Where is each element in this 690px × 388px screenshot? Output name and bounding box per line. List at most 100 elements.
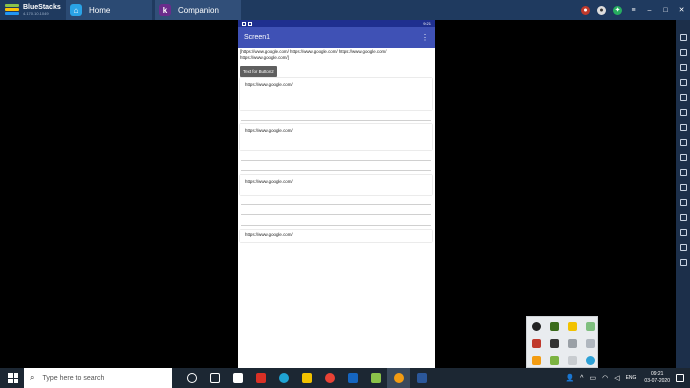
screen: BlueStacks 4.170.10.1049 ⌂ Home k Compan…: [0, 0, 690, 388]
word-icon[interactable]: [410, 368, 433, 388]
home-app-icon: ⌂: [70, 4, 82, 16]
list-card[interactable]: https://www.google.com/: [240, 230, 432, 242]
taskbar-clock[interactable]: 09:21 03-07-2020: [644, 371, 670, 385]
divider: [241, 160, 431, 161]
screenshot-icon[interactable]: [680, 79, 687, 86]
battery-icon[interactable]: ▭: [589, 374, 596, 382]
bluestacks-taskbar-icon[interactable]: [364, 368, 387, 388]
notification-bell-icon[interactable]: ●: [581, 5, 590, 15]
record-icon[interactable]: [680, 109, 687, 116]
clock-date: 03-07-2020: [644, 378, 670, 384]
taskbar-apps: [180, 368, 433, 388]
avast-icon[interactable]: [532, 356, 541, 365]
display-icon[interactable]: [568, 356, 577, 365]
shake-icon[interactable]: [680, 139, 687, 146]
volume-tray-icon[interactable]: ◁: [614, 374, 619, 382]
urls-label: [https://www.google.com/ https://www.goo…: [240, 49, 387, 60]
bluetooth-icon[interactable]: [586, 356, 595, 365]
clock-time: 09:21: [650, 371, 664, 377]
search-icon: ⌕: [30, 373, 35, 382]
divider: [241, 214, 431, 215]
search-placeholder: Type here to search: [42, 374, 105, 382]
list-card[interactable]: https://www.google.com/: [240, 78, 432, 110]
bluestacks-version: 4.170.10.1049: [23, 11, 49, 16]
card-url: https://www.google.com/: [245, 179, 293, 184]
maximize-icon[interactable]: □: [661, 6, 670, 15]
divider: [241, 225, 431, 226]
onedrive-icon[interactable]: [586, 339, 595, 348]
media-folder-icon[interactable]: [680, 154, 687, 161]
button2[interactable]: Text for Button2: [240, 66, 277, 78]
rotate-icon[interactable]: [680, 124, 687, 131]
bluestacks-name: BlueStacks: [23, 4, 61, 11]
overflow-menu-icon[interactable]: ⋮: [421, 33, 429, 42]
install-apk-icon[interactable]: [680, 169, 687, 176]
speaker-icon[interactable]: [568, 339, 577, 348]
status-time: 9:21: [423, 21, 431, 26]
nvidia-icon[interactable]: [550, 322, 559, 331]
companion-app-icon: k: [159, 4, 171, 16]
bluestacks-sidebar: [676, 20, 690, 368]
android-screen: 9:21 Screen1 ⋮ [https://www.google.com/ …: [238, 20, 435, 368]
chrome-icon[interactable]: [318, 368, 341, 388]
windows-start-icon[interactable]: [8, 373, 18, 383]
fullscreen-icon[interactable]: [680, 34, 687, 41]
action-center-icon[interactable]: [676, 374, 684, 382]
tab-companion[interactable]: k Companion: [155, 0, 241, 20]
game-center-icon[interactable]: ✦: [613, 5, 622, 15]
close-icon[interactable]: ✕: [677, 6, 686, 15]
minimize-icon[interactable]: –: [645, 6, 654, 15]
macro-icon[interactable]: [680, 214, 687, 221]
app-bar: Screen1 ⋮: [238, 27, 435, 48]
card-url: https://www.google.com/: [245, 82, 293, 87]
status-app-icon: [242, 21, 246, 26]
cortana-icon[interactable]: [180, 368, 203, 388]
volume-icon[interactable]: [680, 94, 687, 101]
menu-icon[interactable]: ≡: [629, 6, 638, 15]
account-icon[interactable]: ●: [597, 5, 606, 15]
list-card[interactable]: https://www.google.com/: [240, 175, 432, 195]
taskbar-search-box[interactable]: ⌕ Type here to search: [24, 368, 172, 388]
screen-title: Screen1: [244, 34, 271, 41]
location-icon[interactable]: [680, 199, 687, 206]
tab-home[interactable]: ⌂ Home: [66, 0, 152, 20]
tab-home-label: Home: [89, 5, 111, 15]
card-url: https://www.google.com/: [245, 232, 293, 237]
list-card[interactable]: https://www.google.com/: [240, 124, 432, 150]
status-sim-icon: [248, 21, 252, 26]
pdf-reader-icon[interactable]: [249, 368, 272, 388]
keyboard-icon[interactable]: [680, 64, 687, 71]
divider: [241, 170, 431, 171]
bluestacks-brand: BlueStacks 4.170.10.1049: [23, 4, 61, 16]
file-explorer-icon[interactable]: [295, 368, 318, 388]
obs-icon[interactable]: [532, 322, 541, 331]
photos-icon[interactable]: [341, 368, 364, 388]
divider: [241, 204, 431, 205]
back-icon[interactable]: [680, 244, 687, 251]
security-shield-icon[interactable]: [568, 322, 577, 331]
store-icon[interactable]: [226, 368, 249, 388]
people-icon[interactable]: 👤: [565, 374, 574, 382]
sync-icon[interactable]: [586, 322, 595, 331]
show-hidden-icons-icon[interactable]: ^: [580, 375, 583, 382]
divider: [241, 120, 431, 121]
android-status-bar: 9:21: [238, 20, 435, 27]
system-tray-popup: [526, 316, 598, 368]
card-url: https://www.google.com/: [245, 128, 293, 133]
keymap-icon[interactable]: [680, 49, 687, 56]
obs-taskbar-icon[interactable]: [387, 368, 410, 388]
bluestacks-tray-icon[interactable]: [550, 356, 559, 365]
system-tray: 👤 ^ ▭ ◠ ◁ ENG 09:21 03-07-2020: [565, 368, 690, 388]
titlebar-controls: ● ● ✦ ≡ – □ ✕: [581, 0, 686, 20]
antivirus-icon[interactable]: [532, 339, 541, 348]
task-view-icon[interactable]: [203, 368, 226, 388]
edge-icon[interactable]: [272, 368, 295, 388]
wifi-icon[interactable]: ◠: [602, 374, 608, 382]
home-nav-icon[interactable]: [680, 259, 687, 266]
settings-icon[interactable]: [680, 229, 687, 236]
tab-companion-label: Companion: [178, 5, 219, 15]
tray-app-icon[interactable]: [550, 339, 559, 348]
multi-instance-icon[interactable]: [680, 184, 687, 191]
language-indicator[interactable]: ENG: [626, 375, 637, 381]
bluestacks-logo-icon: [5, 4, 19, 16]
